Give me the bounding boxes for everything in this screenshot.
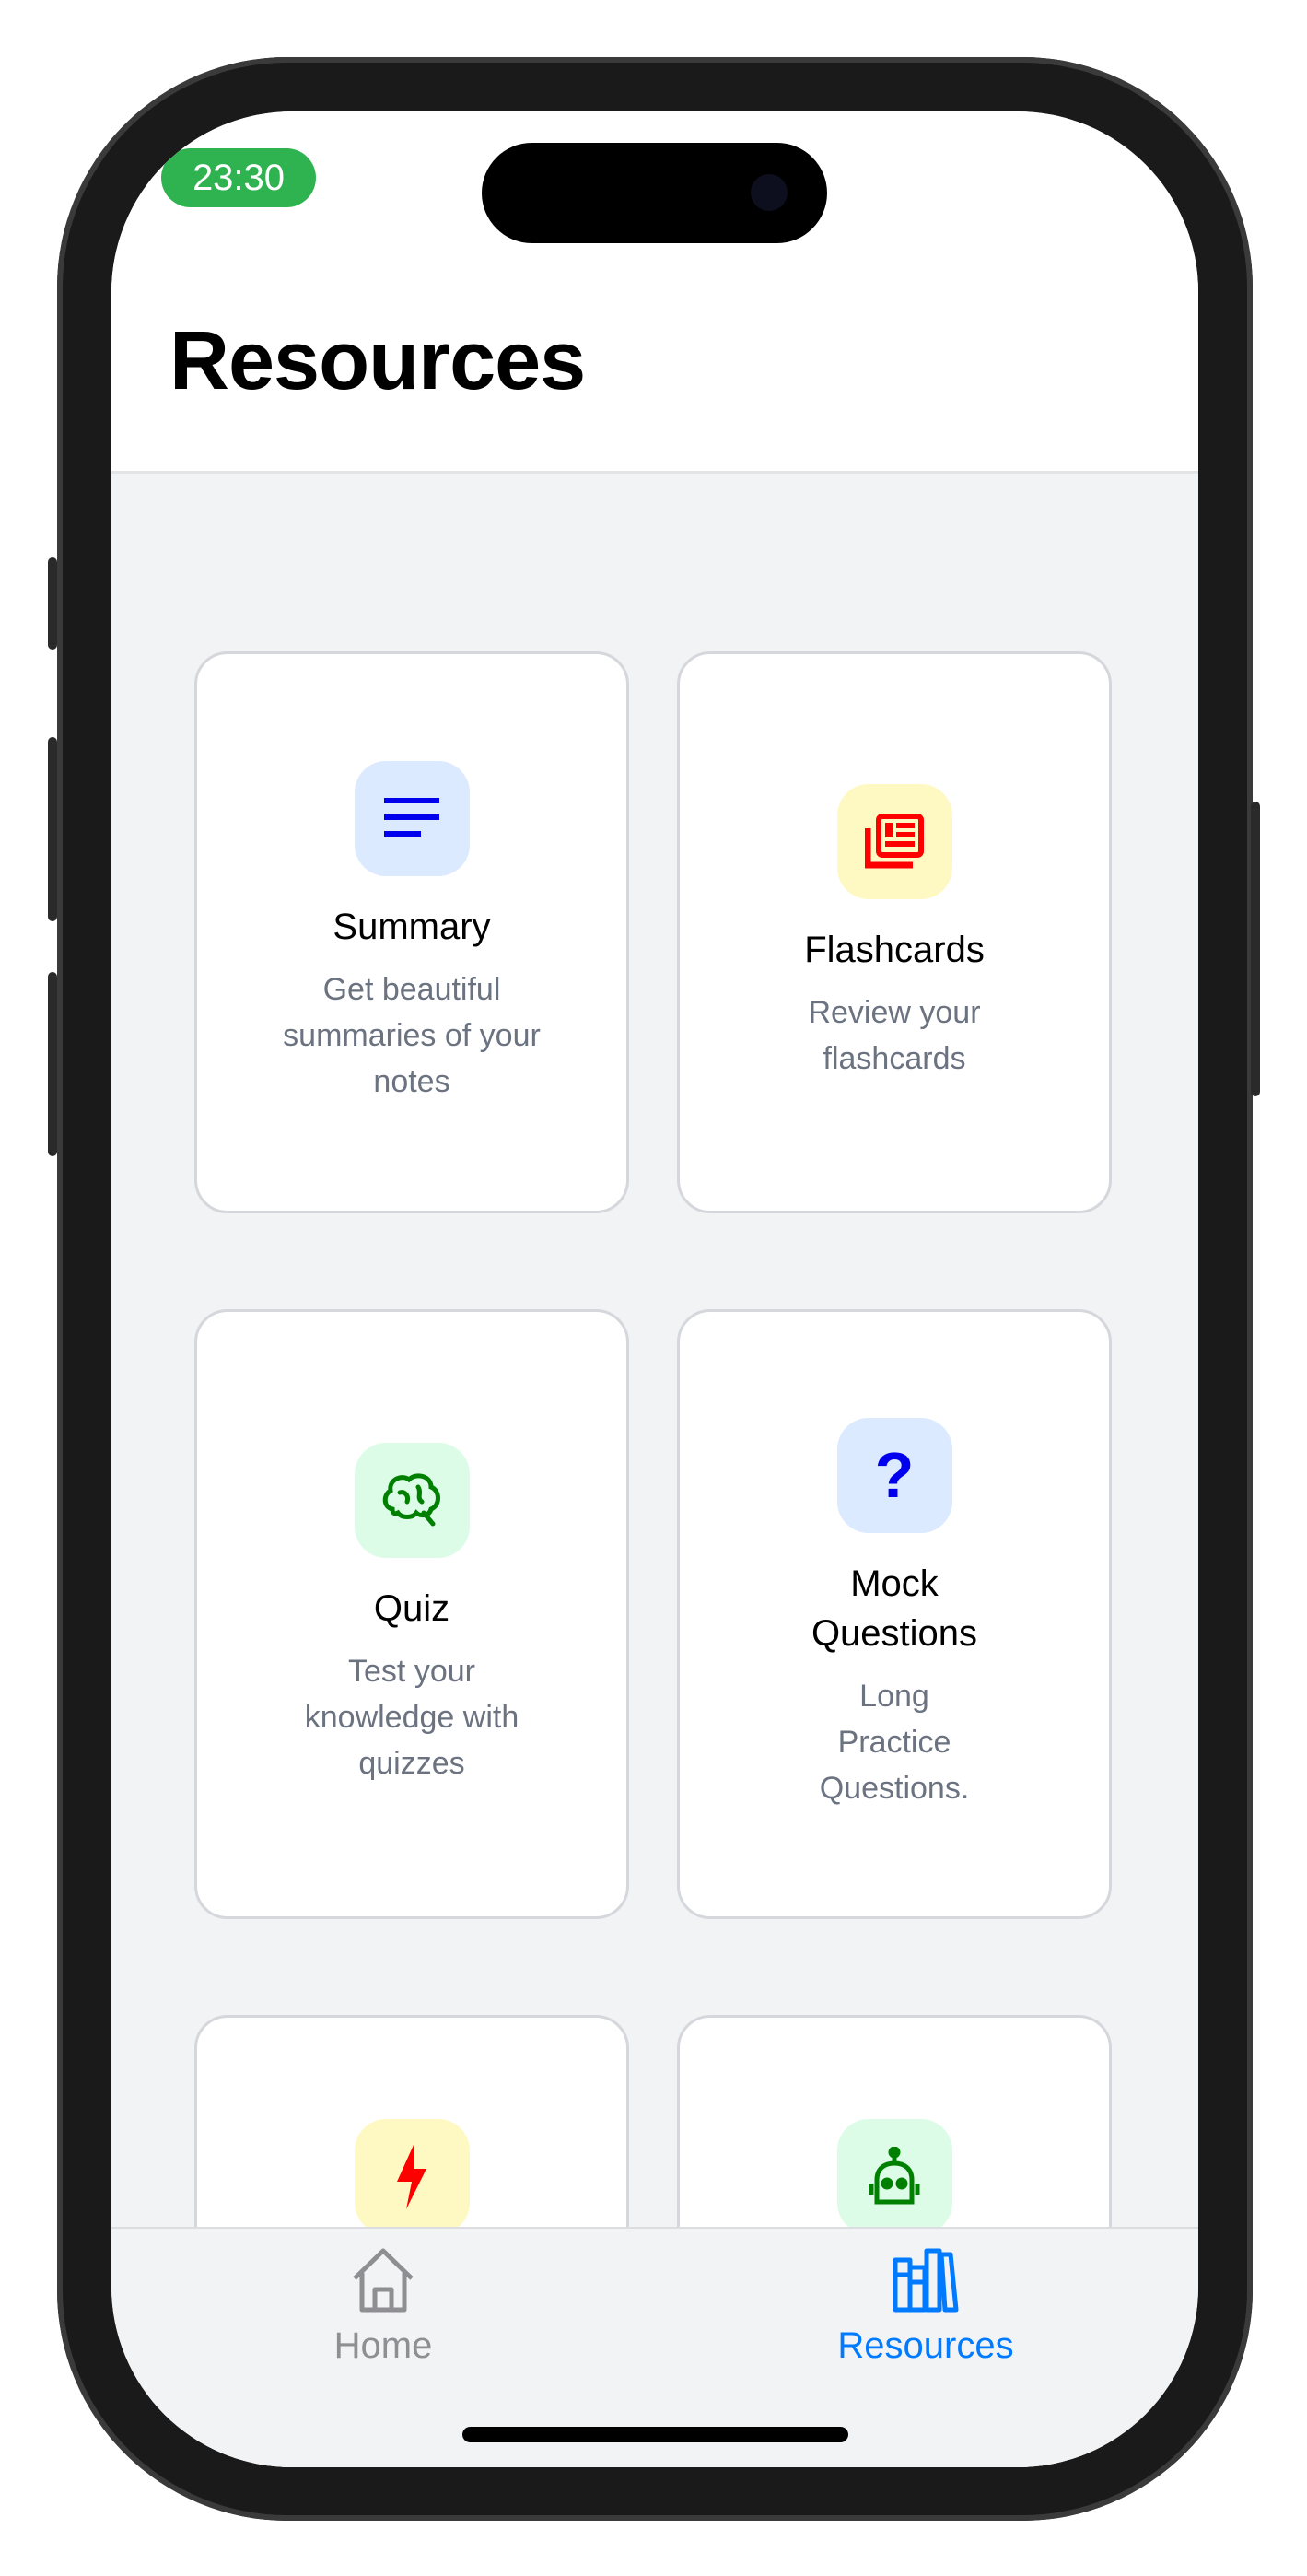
dynamic-island	[482, 143, 827, 243]
card-title: Mock Questions	[811, 1563, 978, 1654]
card-description: Test your knowledge with quizzes	[304, 1653, 519, 1781]
card-summary[interactable]: Summary Get beautiful summaries of your …	[194, 651, 629, 1213]
question-mark-icon: ?	[836, 1417, 952, 1533]
house-icon	[353, 2248, 414, 2313]
text-lines-icon	[354, 760, 470, 876]
card-title: Quiz	[373, 1587, 450, 1629]
page-title: Resources	[169, 315, 586, 407]
robot-icon	[836, 2119, 952, 2234]
card-description: Review your flashcards	[808, 994, 981, 1076]
brain-icon	[354, 1442, 470, 1558]
card-mock-questions[interactable]: ? Mock Questions Long Practice Questions…	[677, 1309, 1112, 1919]
volume-down-button	[48, 972, 57, 1156]
tab-resources[interactable]: Resources	[788, 2247, 1064, 2367]
newspaper-stack-icon	[836, 783, 952, 899]
card-description: Long Practice Questions.	[819, 1678, 970, 1806]
camera-icon	[751, 174, 788, 211]
tab-label: Home	[333, 2325, 433, 2366]
home-indicator[interactable]	[462, 2427, 848, 2442]
action-button	[48, 557, 57, 650]
card-description: Get beautiful summaries of your notes	[283, 971, 541, 1099]
card-title: Flashcards	[804, 929, 985, 970]
lightning-bolt-icon	[354, 2119, 470, 2234]
tab-home[interactable]: Home	[245, 2247, 521, 2367]
power-button	[1251, 802, 1260, 1096]
tab-label: Resources	[837, 2325, 1014, 2366]
volume-up-button	[48, 737, 57, 921]
card-flashcards[interactable]: Flashcards Review your flashcards	[677, 651, 1112, 1213]
screen: Resources 23:30 Summary Get beautiful su…	[111, 111, 1198, 2467]
status-time: 23:30	[161, 148, 316, 207]
books-icon	[893, 2248, 959, 2313]
card-title: Summary	[333, 906, 491, 947]
card-quiz[interactable]: Quiz Test your knowledge with quizzes	[194, 1309, 629, 1919]
